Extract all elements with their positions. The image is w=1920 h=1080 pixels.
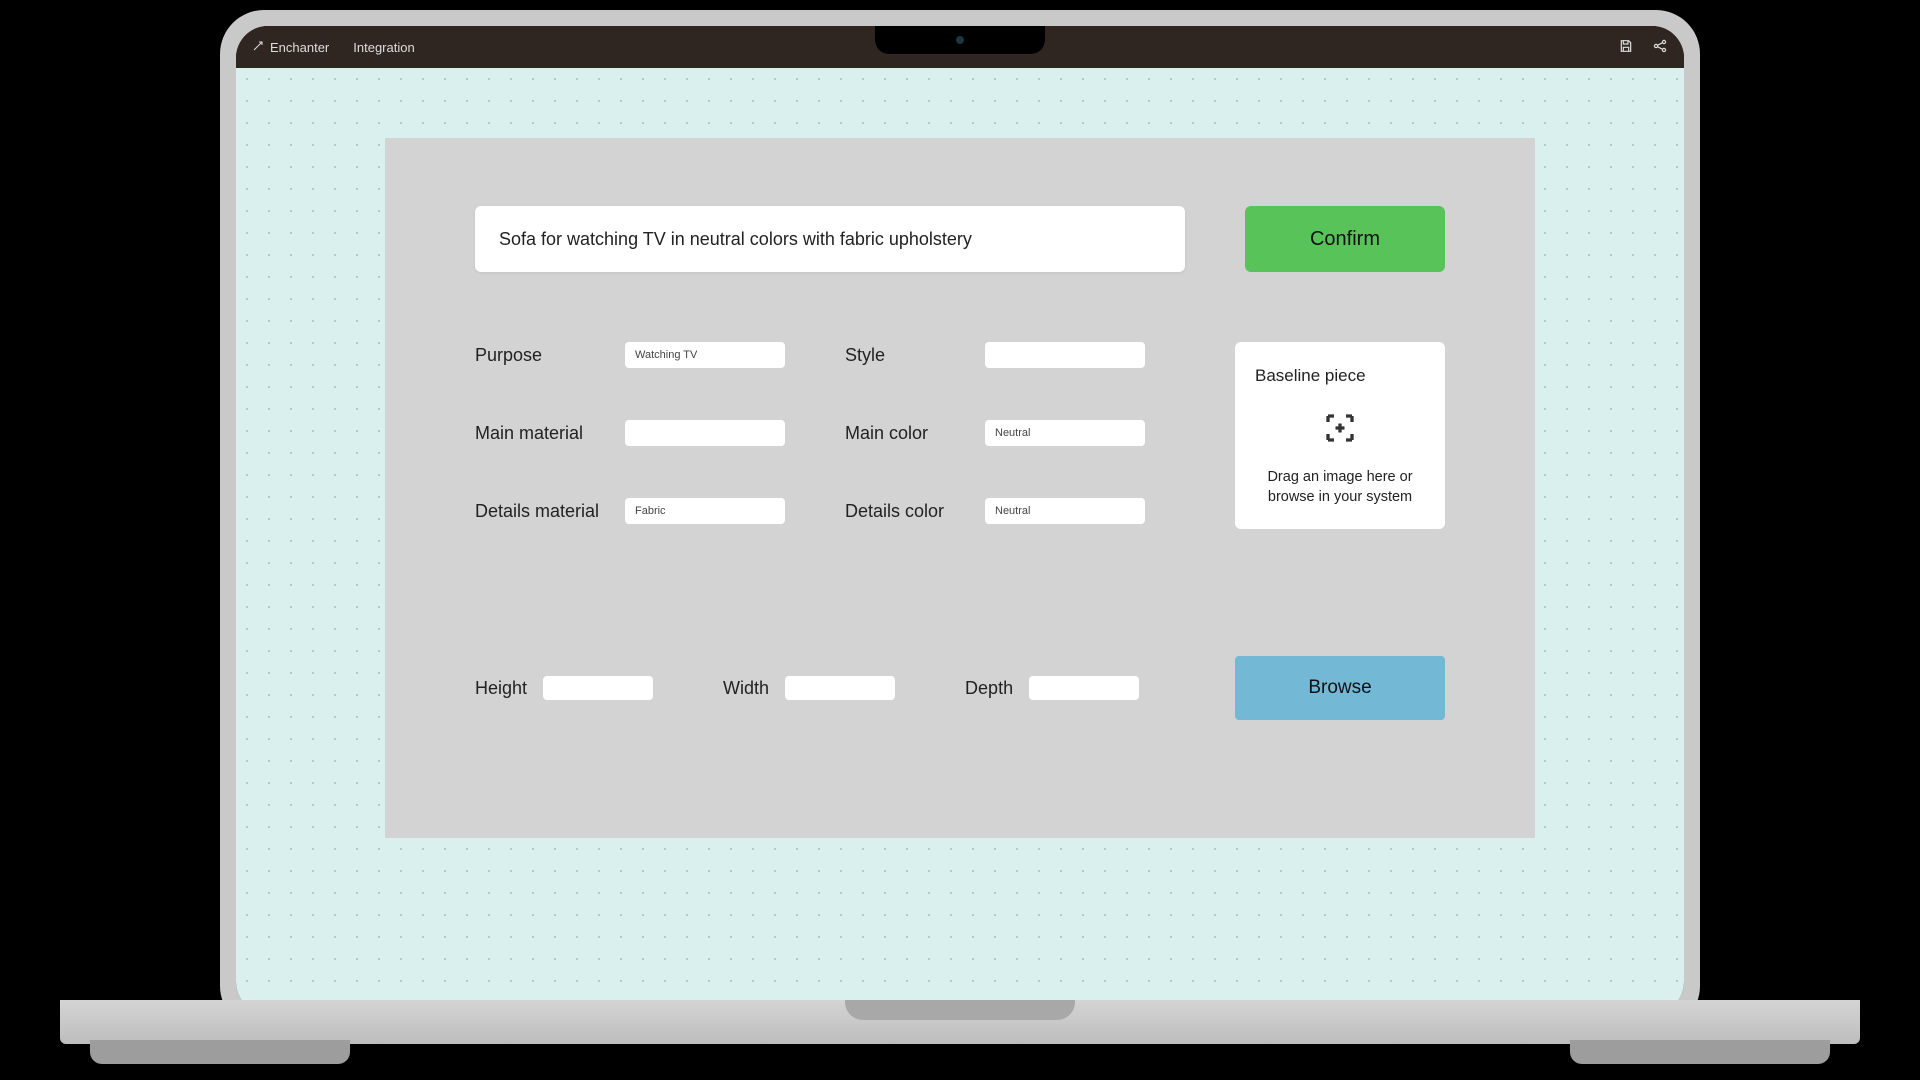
- workspace-canvas[interactable]: Sofa for watching TV in neutral colors w…: [236, 68, 1684, 1014]
- width-label: Width: [723, 678, 769, 699]
- details-material-label: Details material: [475, 501, 625, 522]
- confirm-button[interactable]: Confirm: [1245, 206, 1445, 272]
- main-material-input[interactable]: [625, 420, 785, 446]
- app-name: Enchanter: [270, 40, 329, 55]
- depth-input[interactable]: [1029, 676, 1139, 700]
- attribute-fields: Purpose Watching TV Style Main material …: [475, 342, 1175, 524]
- camera-notch: [875, 26, 1045, 54]
- baseline-dropzone[interactable]: Baseline piece Drag an image here or bro…: [1235, 342, 1445, 529]
- share-icon[interactable]: [1652, 38, 1668, 57]
- titlebar-actions: [1618, 38, 1668, 57]
- details-material-input[interactable]: Fabric: [625, 498, 785, 524]
- baseline-title: Baseline piece: [1255, 366, 1425, 386]
- details-color-label: Details color: [845, 501, 985, 522]
- style-input[interactable]: [985, 342, 1145, 368]
- depth-label: Depth: [965, 678, 1013, 699]
- height-label: Height: [475, 678, 527, 699]
- app-title: Enchanter: [252, 40, 329, 55]
- purpose-input[interactable]: Watching TV: [625, 342, 785, 368]
- width-input[interactable]: [785, 676, 895, 700]
- confirm-label: Confirm: [1310, 228, 1380, 251]
- browse-label: Browse: [1308, 677, 1371, 699]
- baseline-help: Drag an image here or browse in your sys…: [1255, 468, 1425, 507]
- screen: Enchanter Integration Sofa for w: [236, 26, 1684, 1014]
- details-color-input[interactable]: Neutral: [985, 498, 1145, 524]
- details-color-value: Neutral: [995, 505, 1030, 517]
- height-input[interactable]: [543, 676, 653, 700]
- form-panel: Sofa for watching TV in neutral colors w…: [385, 138, 1535, 838]
- purpose-value: Watching TV: [635, 349, 697, 361]
- main-color-label: Main color: [845, 423, 985, 444]
- dimensions-row: Height Width Depth Browse: [475, 656, 1445, 720]
- style-label: Style: [845, 345, 985, 366]
- main-color-value: Neutral: [995, 427, 1030, 439]
- image-add-icon: [1255, 410, 1425, 446]
- laptop-frame: Enchanter Integration Sofa for w: [220, 10, 1700, 1030]
- laptop-base: [60, 1000, 1860, 1070]
- screen-bezel: Enchanter Integration Sofa for w: [236, 26, 1684, 1014]
- save-icon[interactable]: [1618, 38, 1634, 57]
- details-material-value: Fabric: [635, 505, 666, 517]
- browse-button[interactable]: Browse: [1235, 656, 1445, 720]
- query-input[interactable]: Sofa for watching TV in neutral colors w…: [475, 206, 1185, 272]
- wand-icon: [252, 40, 264, 55]
- menu-integration[interactable]: Integration: [353, 40, 414, 55]
- main-material-label: Main material: [475, 423, 625, 444]
- query-text: Sofa for watching TV in neutral colors w…: [499, 229, 972, 250]
- main-color-input[interactable]: Neutral: [985, 420, 1145, 446]
- purpose-label: Purpose: [475, 345, 625, 366]
